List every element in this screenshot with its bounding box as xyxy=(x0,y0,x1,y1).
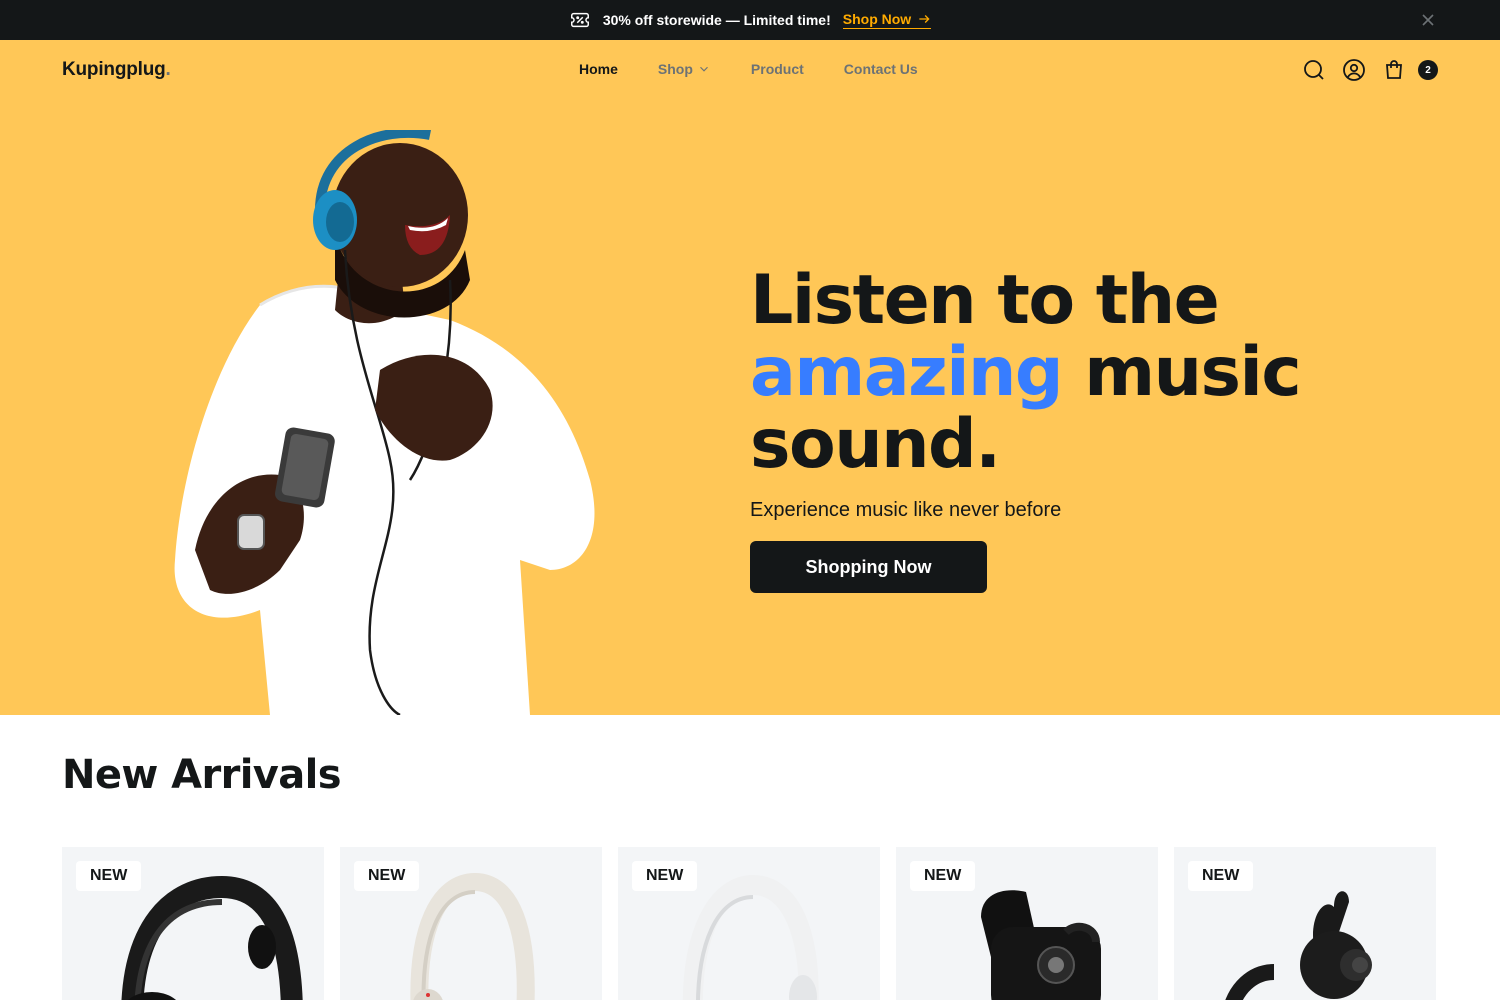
nav-shop[interactable]: Shop xyxy=(658,61,711,77)
header-actions: 2 xyxy=(1302,58,1438,82)
product-card[interactable]: NEW xyxy=(1174,847,1436,1000)
shopping-now-button[interactable]: Shopping Now xyxy=(750,541,987,593)
promo-content: 30% off storewide — Limited time! Shop N… xyxy=(569,9,932,31)
ticket-percent-icon xyxy=(569,9,591,31)
promo-shop-now-link[interactable]: Shop Now xyxy=(842,11,932,29)
logo-dot: . xyxy=(165,59,171,80)
close-icon[interactable] xyxy=(1420,12,1436,28)
nav-home[interactable]: Home xyxy=(579,61,618,77)
new-badge: NEW xyxy=(632,861,698,891)
new-badge: NEW xyxy=(910,861,976,891)
product-card[interactable]: NEW xyxy=(896,847,1158,1000)
product-card[interactable]: NEW xyxy=(340,847,602,1000)
promo-text: 30% off storewide — Limited time! xyxy=(602,12,831,28)
hero-banner: Listen to the amazing music sound. Exper… xyxy=(0,100,1500,715)
logo[interactable]: Kupingplug. xyxy=(62,59,171,81)
nav-shop-label: Shop xyxy=(657,61,693,77)
arrow-right-icon xyxy=(919,15,930,23)
new-badge: NEW xyxy=(354,861,420,891)
hero-subtitle: Experience music like never before xyxy=(750,499,1062,521)
hero-man-with-headphones-image xyxy=(174,130,595,715)
promo-bar: 30% off storewide — Limited time! Shop N… xyxy=(0,0,1500,40)
logo-text: Kupingplug xyxy=(62,59,166,80)
site-header: Kupingplug. Home Shop Product Contact Us… xyxy=(0,40,1500,100)
hero-text: Listen to the amazing music sound. Exper… xyxy=(750,265,1370,593)
new-badge: NEW xyxy=(1188,861,1254,891)
promo-link-label: Shop Now xyxy=(842,11,912,27)
search-icon[interactable] xyxy=(1302,58,1326,82)
hero-title: Listen to the amazing music sound. xyxy=(750,265,1370,481)
new-badge: NEW xyxy=(76,861,142,891)
chevron-down-icon xyxy=(699,66,708,72)
hero-title-rest: music xyxy=(1062,333,1301,412)
nav-contact[interactable]: Contact Us xyxy=(844,61,918,77)
product-card[interactable]: NEW xyxy=(62,847,324,1000)
main-nav: Home Shop Product Contact Us xyxy=(579,61,918,77)
product-list: NEW NEW NEW NEW NEW xyxy=(62,847,1436,1000)
product-card[interactable]: NEW xyxy=(618,847,880,1000)
hero-title-line3: sound. xyxy=(750,405,1001,484)
new-arrivals-heading: New Arrivals xyxy=(62,752,342,798)
user-icon[interactable] xyxy=(1342,58,1366,82)
hero-title-accent: amazing xyxy=(750,333,1064,412)
shopping-bag-icon[interactable] xyxy=(1382,58,1406,82)
hero-title-line1: Listen to the xyxy=(750,261,1220,340)
nav-product[interactable]: Product xyxy=(751,61,804,77)
cart-count-badge[interactable]: 2 xyxy=(1418,60,1438,80)
